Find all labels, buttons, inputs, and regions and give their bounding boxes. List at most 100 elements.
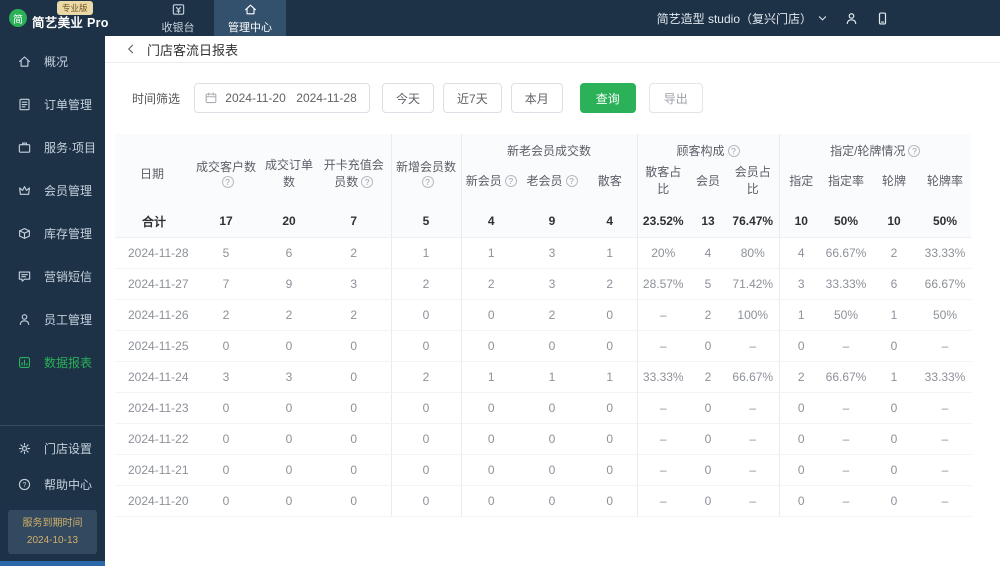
- data-cell: 0: [869, 454, 919, 486]
- data-cell: 5: [689, 268, 727, 300]
- help-icon[interactable]: ?: [361, 176, 374, 188]
- table-row: 2024-11-21 0 0 0 0 0 0 0–0–0–0–: [115, 454, 972, 486]
- topnav-item-management[interactable]: 管理中心: [214, 0, 286, 36]
- sidebar-item-help[interactable]: ? 帮助中心: [0, 466, 105, 502]
- data-cell: 4: [689, 237, 727, 269]
- data-cell: 80%: [727, 237, 779, 269]
- topnav-item-label: 管理中心: [228, 21, 272, 34]
- data-cell: –: [727, 392, 779, 424]
- sidebar-item-orders[interactable]: 订单管理: [0, 83, 105, 126]
- query-button[interactable]: 查询: [579, 83, 636, 113]
- data-cell: –: [727, 485, 779, 517]
- help-icon[interactable]: ?: [908, 145, 921, 157]
- table-row: 2024-11-28 5 6 2 1 1 3 1 20% 4 80% 4 66.67% 2 33.33%: [115, 237, 972, 269]
- sidebar-item-reports[interactable]: 数据报表: [0, 341, 105, 384]
- sidebar-item-label: 员工管理: [44, 313, 93, 327]
- help-icon[interactable]: ?: [727, 145, 740, 157]
- date-range-picker[interactable]: 2024-11-20 2024-11-28: [194, 83, 371, 113]
- phone-icon[interactable]: [875, 11, 890, 26]
- sidebar: 概况 订单管理 服务·项目 会员管理库存管理营销短信员工管理数据报表 门店设置? 帮助中…: [0, 36, 105, 566]
- end-date-value[interactable]: 2024-11-28: [293, 91, 360, 105]
- table-row: 2024-11-25 0 0 0 0 0 0 0–0–0–0–: [115, 330, 972, 362]
- row-date-cell: 合计: [115, 206, 191, 238]
- calendar-icon: [204, 91, 218, 105]
- sidebar-item-members[interactable]: 会员管理: [0, 169, 105, 212]
- data-cell: 0: [317, 454, 391, 486]
- store-switcher[interactable]: 简艺造型 studio（复兴门店）: [657, 10, 828, 27]
- column-header: 会员: [689, 161, 727, 206]
- data-cell: 2: [689, 299, 727, 331]
- data-cell: 6: [261, 237, 317, 269]
- data-cell: 2: [689, 361, 727, 393]
- column-header: 成交订单数: [261, 134, 317, 206]
- data-cell: –: [919, 454, 972, 486]
- data-cell: 0: [583, 299, 637, 331]
- data-cell: –: [823, 485, 869, 517]
- column-header: 会员占比: [727, 161, 779, 206]
- data-cell: 3: [191, 361, 261, 393]
- data-cell: 0: [689, 454, 727, 486]
- sidebar-item-overview[interactable]: 概况: [0, 40, 105, 83]
- sidebar-item-label: 库存管理: [44, 227, 93, 241]
- topnav-item-cashier[interactable]: 收银台: [142, 0, 214, 36]
- person-icon[interactable]: [844, 11, 859, 26]
- data-cell: 0: [390, 299, 461, 331]
- data-cell: 0: [521, 330, 583, 362]
- data-cell: 9: [521, 206, 583, 238]
- data-cell: 100%: [727, 299, 779, 331]
- filter-label: 时间筛选: [132, 91, 181, 106]
- data-cell: –: [919, 485, 972, 517]
- reports-icon: [17, 355, 32, 370]
- help-icon[interactable]: ?: [421, 175, 434, 188]
- sidebar-item-label: 帮助中心: [44, 477, 93, 492]
- quick-filter-button-0[interactable]: 今天: [382, 83, 435, 113]
- sidebar-item-inventory[interactable]: 库存管理: [0, 212, 105, 255]
- data-cell: –: [727, 330, 779, 362]
- data-cell: –: [823, 454, 869, 486]
- data-cell: 0: [261, 330, 317, 362]
- data-cell: 0: [460, 392, 521, 424]
- sidebar-item-staff[interactable]: 员工管理: [0, 298, 105, 341]
- data-cell: 2: [191, 299, 261, 331]
- data-cell: 1: [778, 299, 823, 331]
- data-cell: 1: [390, 237, 461, 269]
- app-logo: 简 简艺美业 Pro 专业版: [0, 0, 128, 36]
- data-cell: 0: [317, 485, 391, 517]
- staff-icon: [17, 312, 32, 327]
- start-date-value[interactable]: 2024-11-20: [222, 91, 289, 105]
- export-button[interactable]: 导出: [648, 83, 703, 113]
- svg-text:?: ?: [23, 482, 27, 489]
- data-cell: 0: [869, 423, 919, 455]
- row-date-cell: 2024-11-20: [115, 485, 191, 517]
- data-cell: –: [636, 485, 689, 517]
- sidebar-item-settings[interactable]: 门店设置: [0, 430, 105, 466]
- quick-filter-button-2[interactable]: 本月: [510, 83, 563, 113]
- data-cell: 0: [390, 423, 461, 455]
- row-date-cell: 2024-11-24: [115, 361, 191, 393]
- sidebar-item-services[interactable]: 服务·项目: [0, 126, 105, 169]
- store-name: 简艺造型 studio（复兴门店）: [656, 11, 812, 26]
- quick-filter-button-1[interactable]: 近7天: [443, 83, 502, 113]
- table-row: 2024-11-26 2 2 2 0 0 2 0–2 100% 1 50% 1 50%: [115, 299, 972, 331]
- data-cell: 1: [869, 361, 919, 393]
- data-cell: 0: [689, 392, 727, 424]
- data-cell: 0: [191, 454, 261, 486]
- sidebar-menu: 概况 订单管理 服务·项目 会员管理库存管理营销短信员工管理数据报表: [0, 36, 105, 384]
- back-button[interactable]: [125, 43, 137, 55]
- data-cell: 4: [460, 206, 521, 238]
- data-cell: 4: [778, 237, 823, 269]
- data-cell: 2: [261, 299, 317, 331]
- data-cell: –: [636, 299, 689, 331]
- data-cell: 0: [583, 330, 637, 362]
- data-cell: 3: [317, 268, 391, 300]
- sidebar-item-sms[interactable]: 营销短信: [0, 255, 105, 298]
- data-cell: 66.67%: [823, 361, 869, 393]
- data-cell: 2: [390, 361, 461, 393]
- data-cell: 1: [521, 361, 583, 393]
- help-icon[interactable]: ?: [504, 174, 517, 187]
- column-header: 散客占比: [636, 161, 689, 206]
- help-icon[interactable]: ?: [221, 175, 234, 188]
- topbar-right: 简艺造型 studio（复兴门店）: [657, 0, 1000, 36]
- data-cell: –: [823, 330, 869, 362]
- help-icon[interactable]: ?: [565, 174, 578, 187]
